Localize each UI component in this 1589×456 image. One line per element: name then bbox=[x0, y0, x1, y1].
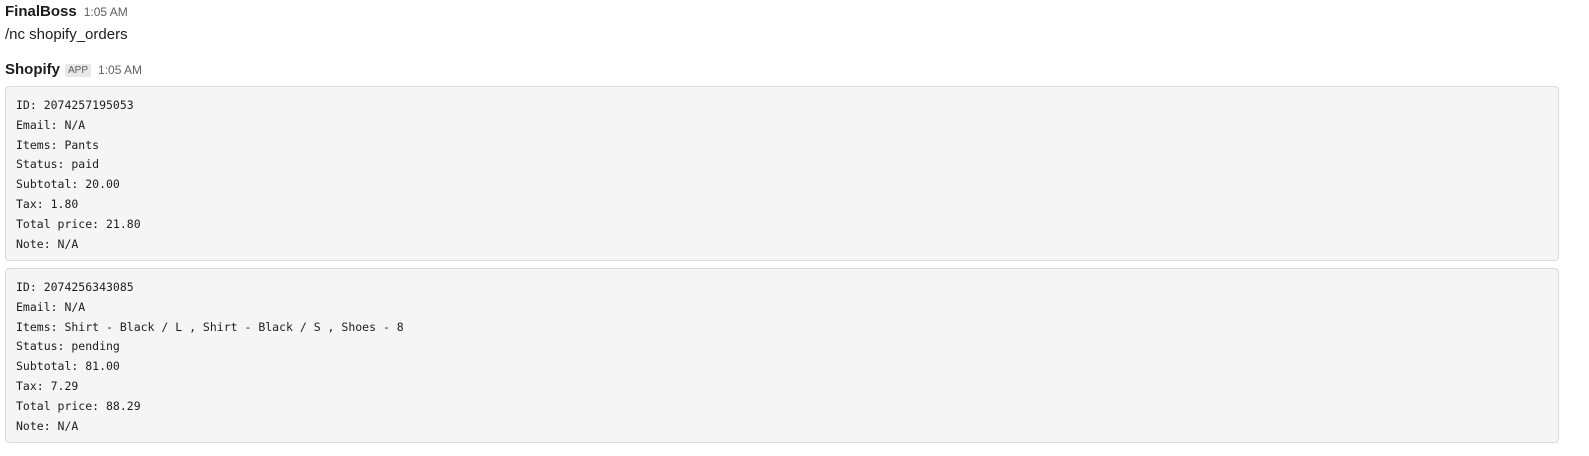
order-subtotal: Subtotal: 20.00 bbox=[16, 177, 120, 192]
message-header-shopify: Shopify APP 1:05 AM bbox=[5, 61, 142, 78]
order-block: ID: 2074256343085 Email: N/A Items: Shir… bbox=[5, 268, 1559, 443]
order-status: Status: pending bbox=[16, 339, 120, 354]
order-total: Total price: 88.29 bbox=[16, 398, 141, 413]
order-items: Items: Shirt - Black / L , Shirt - Black… bbox=[16, 319, 404, 334]
author-name[interactable]: Shopify bbox=[5, 61, 60, 78]
order-block: ID: 2074257195053 Email: N/A Items: Pant… bbox=[5, 86, 1559, 261]
order-email: Email: N/A bbox=[16, 117, 86, 132]
order-id: ID: 2074256343085 bbox=[16, 280, 134, 294]
message-header-finalboss: FinalBoss 1:05 AM bbox=[5, 3, 128, 20]
order-subtotal: Subtotal: 81.00 bbox=[16, 359, 120, 374]
order-note: Note: N/A bbox=[16, 236, 79, 251]
timestamp[interactable]: 1:05 AM bbox=[84, 5, 128, 19]
order-note: Note: N/A bbox=[16, 418, 79, 433]
order-email: Email: N/A bbox=[16, 299, 86, 314]
order-status: Status: paid bbox=[16, 157, 100, 172]
order-tax: Tax: 1.80 bbox=[16, 196, 79, 211]
order-tax: Tax: 7.29 bbox=[16, 378, 79, 393]
order-total: Total price: 21.80 bbox=[16, 216, 141, 231]
order-items: Items: Pants bbox=[16, 137, 100, 152]
order-id: ID: 2074257195053 bbox=[16, 98, 134, 112]
timestamp[interactable]: 1:05 AM bbox=[98, 63, 142, 77]
message-text: /nc shopify_orders bbox=[5, 26, 128, 43]
author-name[interactable]: FinalBoss bbox=[5, 3, 77, 20]
app-badge: APP bbox=[65, 64, 92, 77]
